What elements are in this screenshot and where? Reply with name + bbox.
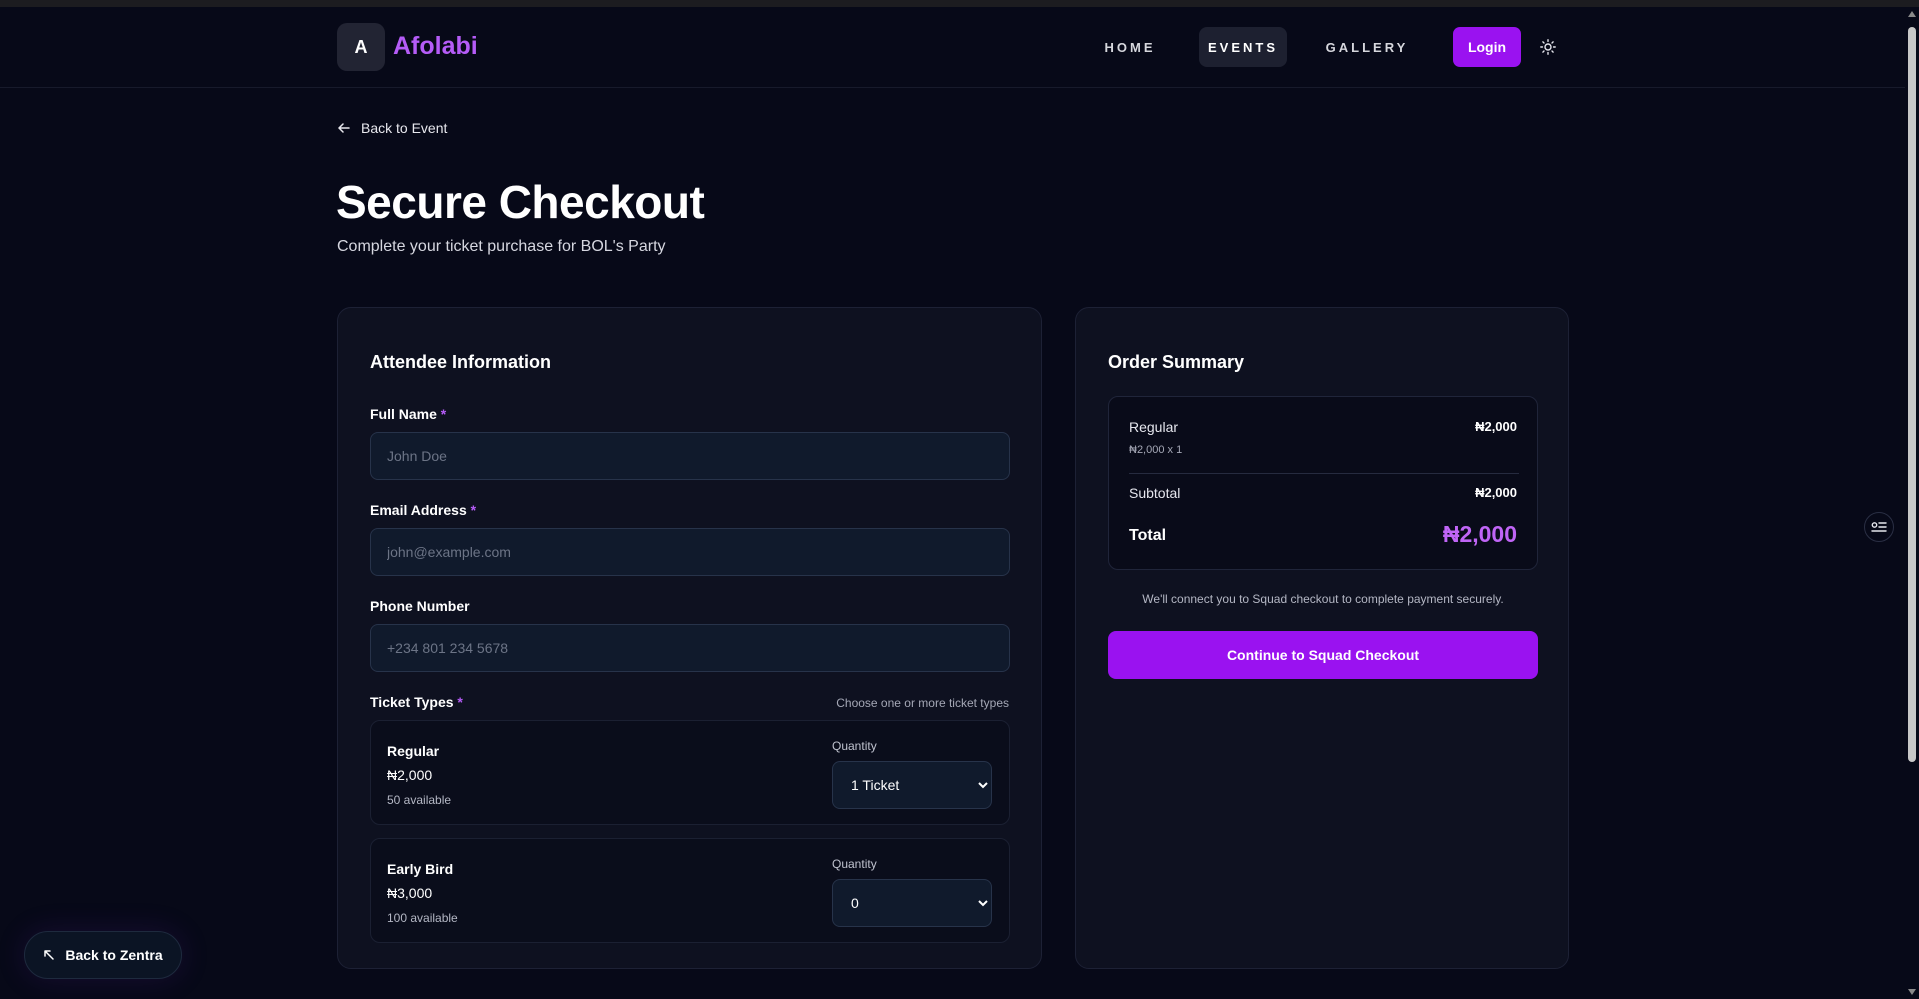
arrow-up-left-icon xyxy=(44,950,55,960)
login-button[interactable]: Login xyxy=(1453,27,1521,67)
subtotal-value: ₦2,000 xyxy=(1475,485,1517,500)
phone-input[interactable] xyxy=(370,624,1010,672)
email-input[interactable] xyxy=(370,528,1010,576)
phone-label: Phone Number xyxy=(370,598,470,614)
order-summary-box: Regular ₦2,000 x 1 ₦2,000 Subtotal ₦2,00… xyxy=(1108,396,1538,570)
sun-icon[interactable] xyxy=(1540,39,1556,55)
ticket-types-hint: Choose one or more ticket types xyxy=(836,696,1009,710)
summary-item-name: Regular xyxy=(1129,419,1179,435)
toggle-settings-icon xyxy=(1871,522,1887,532)
ticket-price: ₦3,000 xyxy=(387,885,433,901)
back-to-event-label: Back to Event xyxy=(361,120,448,136)
page-title: Secure Checkout xyxy=(336,176,705,228)
scroll-down-icon[interactable] xyxy=(1908,989,1916,995)
summary-item-price: ₦2,000 xyxy=(1475,419,1517,434)
nav-gallery[interactable]: GALLERY xyxy=(1322,27,1412,67)
total-label: Total xyxy=(1129,527,1167,544)
attendee-card: Attendee Information Full Name * Email A… xyxy=(337,307,1042,969)
attendee-heading: Attendee Information xyxy=(370,352,552,372)
nav-home[interactable]: HOME xyxy=(1090,27,1170,67)
ticket-price: ₦2,000 xyxy=(387,767,433,783)
ticket-types-label: Ticket Types * xyxy=(370,694,463,710)
page-scrollbar[interactable] xyxy=(1905,7,1919,999)
ticket-name: Early Bird xyxy=(387,861,454,877)
full-name-input[interactable] xyxy=(370,432,1010,480)
scrollbar-thumb[interactable] xyxy=(1908,27,1916,762)
secure-payment-note: We'll connect you to Squad checkout to c… xyxy=(1142,592,1504,606)
browser-top-strip xyxy=(0,0,1919,7)
accessibility-toggle-button[interactable] xyxy=(1864,512,1894,542)
back-to-zentra-button[interactable]: Back to Zentra xyxy=(24,931,182,979)
brand-name[interactable]: Afolabi xyxy=(393,32,478,61)
subtotal-label: Subtotal xyxy=(1129,485,1181,501)
total-value: ₦2,000 xyxy=(1442,521,1517,547)
email-label: Email Address * xyxy=(370,502,477,518)
arrow-left-icon xyxy=(338,123,350,133)
quantity-select-early-bird[interactable]: 0 xyxy=(832,879,992,927)
back-to-event-link[interactable]: Back to Event xyxy=(337,118,447,138)
quantity-select-regular[interactable]: 1 Ticket xyxy=(832,761,992,809)
ticket-availability: 50 available xyxy=(387,793,452,807)
quantity-label: Quantity xyxy=(832,857,877,871)
ticket-name: Regular xyxy=(387,743,440,759)
full-name-label: Full Name * xyxy=(370,406,447,422)
logo-badge[interactable]: A xyxy=(337,23,385,71)
continue-checkout-button[interactable]: Continue to Squad Checkout xyxy=(1108,631,1538,679)
site-header: A Afolabi HOME EVENTS GALLERY Login xyxy=(0,7,1905,88)
ticket-card-early-bird: Early Bird ₦3,000 100 available Quantity… xyxy=(370,838,1010,943)
scroll-up-icon[interactable] xyxy=(1908,11,1916,17)
back-to-zentra-label: Back to Zentra xyxy=(65,947,163,963)
ticket-availability: 100 available xyxy=(387,911,458,925)
order-summary-heading: Order Summary xyxy=(1108,352,1245,372)
page: A Afolabi HOME EVENTS GALLERY Login Back… xyxy=(0,7,1905,999)
page-subtitle: Complete your ticket purchase for BOL's … xyxy=(337,238,666,255)
summary-divider xyxy=(1129,473,1519,474)
quantity-label: Quantity xyxy=(832,739,877,753)
ticket-card-regular: Regular ₦2,000 50 available Quantity 1 T… xyxy=(370,720,1010,825)
nav-events[interactable]: EVENTS xyxy=(1199,27,1287,67)
order-summary-card: Order Summary Regular ₦2,000 x 1 ₦2,000 … xyxy=(1075,307,1569,969)
summary-item-detail: ₦2,000 x 1 xyxy=(1129,444,1183,456)
